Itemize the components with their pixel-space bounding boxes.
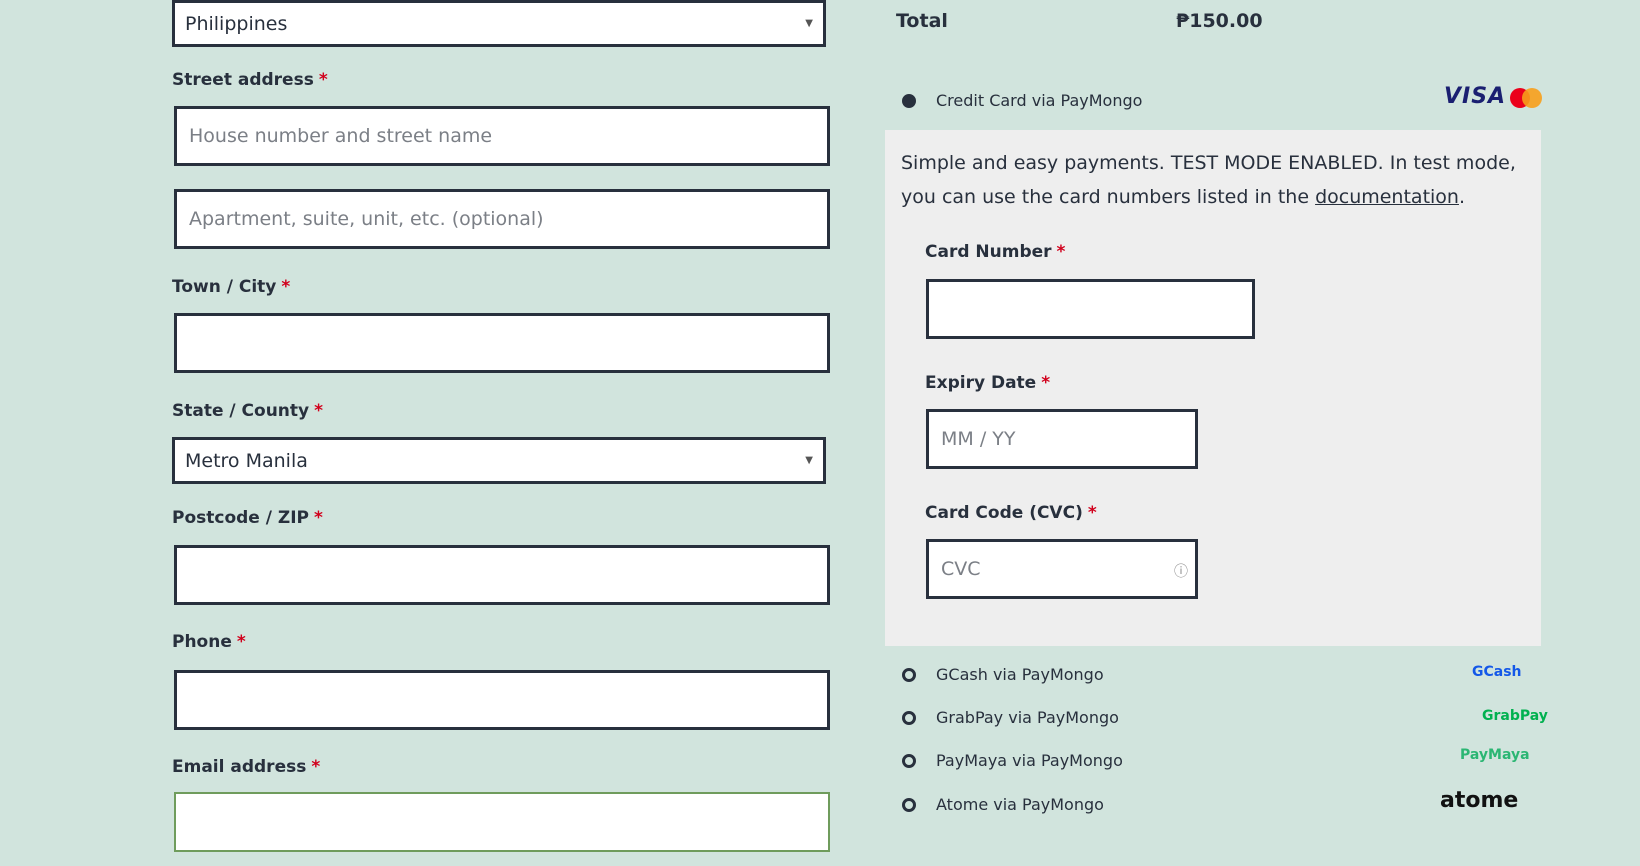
postcode-label: Postcode / ZIP * [172,508,323,528]
expiry-date-label-text: Expiry Date [925,373,1037,393]
required-marker: * [314,508,323,528]
street-address-label-text: Street address [172,70,314,90]
email-input[interactable] [174,792,830,852]
state-county-select[interactable]: Metro Manila ▼ [172,437,826,484]
card-code-label: Card Code (CVC) * [925,503,1097,523]
visa-logo-icon: VISA [1444,84,1507,109]
gcash-method-label[interactable]: GCash via PayMongo [936,665,1104,684]
expiry-date-label: Expiry Date * [925,373,1050,393]
gcash-radio[interactable] [902,668,916,682]
paymaya-logo-icon: PayMaya [1460,747,1530,763]
postcode-input[interactable] [174,545,830,605]
chevron-down-icon: ▼ [805,18,813,29]
email-label: Email address * [172,757,320,777]
card-code-label-text: Card Code (CVC) [925,503,1083,523]
phone-label: Phone * [172,632,246,652]
grabpay-logo-icon: GrabPay [1482,708,1548,724]
atome-radio[interactable] [902,798,916,812]
card-number-label-text: Card Number [925,242,1052,262]
required-marker: * [281,277,291,297]
required-marker: * [1041,373,1051,393]
country-select-value: Philippines [185,12,288,35]
required-marker: * [318,70,328,90]
state-county-label-text: State / County [172,401,310,421]
town-city-label: Town / City * [172,277,290,297]
required-marker: * [1056,242,1066,262]
paymaya-method-label[interactable]: PayMaya via PayMongo [936,751,1123,770]
mastercard-logo-icon-orange [1522,88,1542,108]
street-address-label: Street address * [172,70,328,90]
expiry-date-input[interactable] [926,409,1198,469]
required-marker: * [1087,503,1097,523]
order-total-value: ₱150.00 [1176,10,1263,32]
atome-method-label[interactable]: Atome via PayMongo [936,795,1104,814]
cvc-input[interactable] [926,539,1198,599]
required-marker: * [311,757,321,777]
state-county-label: State / County * [172,401,323,421]
apartment-input[interactable] [174,189,830,249]
atome-logo-icon: atome [1440,788,1519,813]
required-marker: * [314,401,324,421]
email-label-text: Email address [172,757,307,777]
credit-card-payment-box: Simple and easy payments. TEST MODE ENAB… [885,130,1541,646]
paymaya-radio[interactable] [902,754,916,768]
town-city-input[interactable] [174,313,830,373]
card-number-input[interactable] [926,279,1255,339]
phone-label-text: Phone [172,632,232,652]
phone-input[interactable] [174,670,830,730]
chevron-down-icon: ▼ [805,455,813,466]
card-number-label: Card Number * [925,242,1065,262]
grabpay-radio[interactable] [902,711,916,725]
cvc-info-icon: ⓘ [1174,564,1188,580]
credit-card-radio[interactable] [902,94,916,108]
gcash-logo-icon: GCash [1472,664,1522,680]
order-total-label: Total [896,10,948,32]
town-city-label-text: Town / City [172,277,277,297]
country-select[interactable]: Philippines ▼ [172,0,826,47]
state-county-select-value: Metro Manila [185,449,308,472]
documentation-link[interactable]: documentation [1315,186,1459,208]
payment-description: Simple and easy payments. TEST MODE ENAB… [901,146,1521,214]
grabpay-method-label[interactable]: GrabPay via PayMongo [936,708,1119,727]
payment-description-end: . [1458,186,1466,208]
street-address-input[interactable] [174,106,830,166]
credit-card-method-label[interactable]: Credit Card via PayMongo [936,91,1142,110]
postcode-label-text: Postcode / ZIP [172,508,309,528]
required-marker: * [236,632,246,652]
